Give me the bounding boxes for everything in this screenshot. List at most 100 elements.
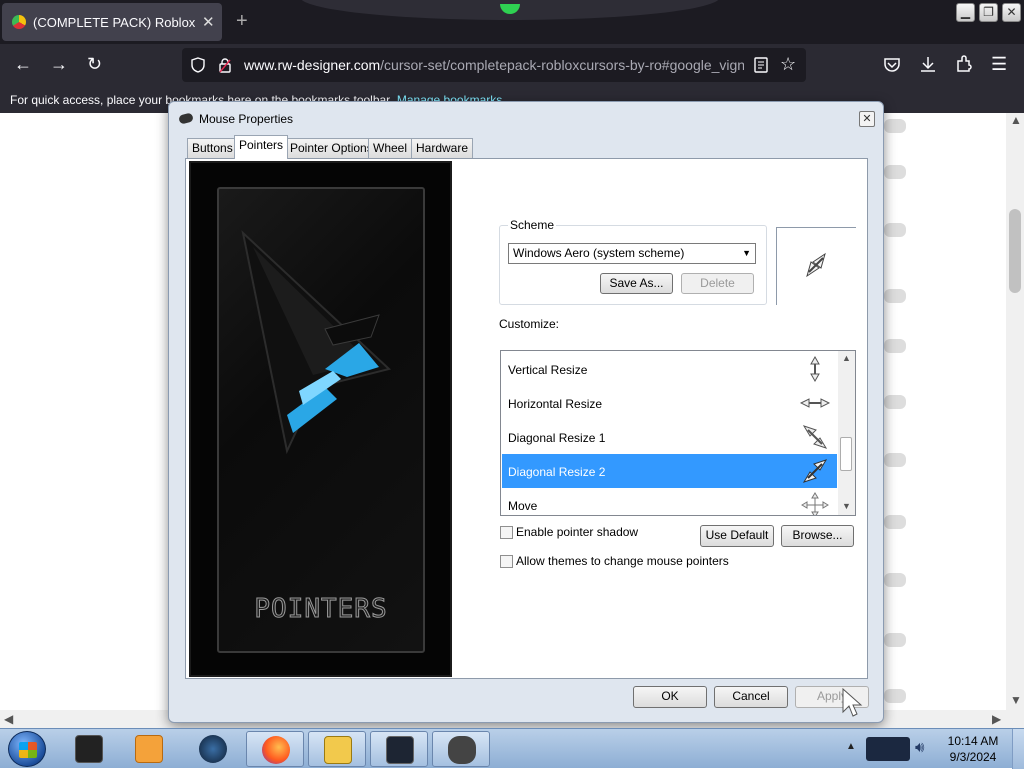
browse-button[interactable]: Browse... [781,525,854,547]
window-close-button[interactable]: ✕ [1002,3,1021,22]
tray-date: 9/3/2024 [949,750,997,764]
page-decoration [884,573,906,587]
diagonal-resize-1-icon [802,425,828,449]
cursor-list[interactable]: Vertical Resize Horizontal Resize Diagon… [500,350,856,516]
list-item-label: Horizontal Resize [508,397,603,411]
shield-icon[interactable] [190,57,206,73]
page-decoration [884,689,906,703]
scroll-right-arrow-icon[interactable]: ▶ [992,712,1001,726]
use-default-button[interactable]: Use Default [700,525,774,547]
pointers-panel: POINTERS Scheme Windows Aero (system sch… [185,158,868,679]
preview-frame: POINTERS [217,187,425,653]
network-tray-icon[interactable] [866,737,910,761]
allow-themes-label: Allow themes to change mouse pointers [516,554,729,568]
mouse-icon [178,112,194,125]
lock-icon[interactable] [218,57,232,73]
forward-arrow-icon[interactable]: → [50,54,68,74]
back-arrow-icon[interactable]: ← [14,54,32,74]
ok-button[interactable]: OK [633,686,707,708]
start-button[interactable] [8,731,46,767]
taskbar-mouse-properties[interactable] [432,731,490,767]
mascot-eye [500,4,520,14]
scroll-up-arrow-icon[interactable]: ▲ [1010,113,1022,127]
vertical-resize-icon [810,356,820,382]
tray-time: 10:14 AM [947,734,999,748]
url-bar[interactable]: www.rw-designer.com/cursor-set/completep… [182,48,806,82]
new-tab-button[interactable]: + [236,10,248,33]
page-decoration [884,453,906,467]
list-item-label: Vertical Resize [508,363,588,377]
browser-tab[interactable]: (COMPLETE PACK) Roblox Cur ✕ [2,3,222,41]
scheme-dropdown[interactable]: Windows Aero (system scheme) ▼ [508,243,756,264]
list-item[interactable]: Vertical Resize [502,352,837,386]
list-item[interactable]: Horizontal Resize [502,386,837,420]
tab-pointer-options[interactable]: Pointer Options [285,138,378,158]
list-item-label: Move [508,499,538,513]
bookmark-star-icon[interactable]: ☆ [780,54,796,74]
page-vertical-scrollbar[interactable]: ▲ ▼ [1006,113,1024,710]
taskbar-app-3[interactable] [184,731,242,767]
pocket-icon[interactable] [883,56,901,74]
reader-view-icon[interactable] [754,57,768,73]
delete-button[interactable]: Delete [681,273,754,294]
tab-wheel[interactable]: Wheel [368,138,413,158]
scheme-group: Scheme Windows Aero (system scheme) ▼ Sa… [499,218,767,305]
list-scroll-up-icon[interactable]: ▲ [842,353,851,363]
page-decoration [884,395,906,409]
scheme-label: Scheme [508,218,557,232]
taskbar-app-2[interactable] [120,731,178,767]
extensions-puzzle-icon[interactable] [955,55,973,73]
enable-pointer-shadow-checkbox[interactable] [500,526,513,539]
scroll-down-arrow-icon[interactable]: ▼ [1010,693,1022,707]
list-scrollbar-thumb[interactable] [840,437,852,471]
tab-buttons[interactable]: Buttons [187,138,238,158]
dialog-close-button[interactable]: ✕ [859,111,875,127]
taskbar-app-6[interactable] [370,731,428,767]
arrow-logo-graphic [241,230,392,455]
browser-nav-bar: ← → ↻ www.rw-designer.com/cursor-set/com… [0,44,1024,86]
page-decoration [884,119,906,133]
scroll-left-arrow-icon[interactable]: ◀ [4,712,13,726]
windows-logo-icon [19,742,37,758]
tray-clock[interactable]: 10:14 AM 9/3/2024 [940,733,1006,765]
page-decoration [884,339,906,353]
tab-hardware[interactable]: Hardware [411,138,474,158]
chevron-down-icon[interactable]: ▼ [742,244,751,263]
show-hidden-icons-icon[interactable]: ▲ [846,741,856,752]
scheme-selected-value: Windows Aero (system scheme) [513,246,685,260]
media-app-icon [75,735,103,763]
mouse-cursor-icon [842,688,863,717]
cancel-button[interactable]: Cancel [714,686,788,708]
list-item-selected[interactable]: Diagonal Resize 2 [502,454,837,488]
diagonal-resize-2-icon [806,252,826,278]
show-desktop-button[interactable] [1012,729,1024,769]
firefox-icon [262,736,290,764]
list-scroll-down-icon[interactable]: ▼ [842,501,851,511]
download-icon[interactable] [919,55,937,73]
scrollbar-thumb[interactable] [1009,209,1021,293]
tab-close-icon[interactable]: ✕ [202,13,215,31]
menu-hamburger-icon[interactable]: ☰ [991,54,1007,74]
preview-caption: POINTERS [254,594,388,625]
control-panel-icon [324,736,352,764]
page-decoration [884,515,906,529]
url-text[interactable]: www.rw-designer.com/cursor-set/completep… [244,57,744,73]
horizontal-resize-icon [800,398,830,408]
allow-themes-checkbox[interactable] [500,555,513,568]
window-minimize-button[interactable]: ▁ [956,3,975,22]
volume-tray-icon[interactable]: 🔊︎ [915,739,924,756]
list-item[interactable]: Move [502,488,837,515]
customize-label: Customize: [499,317,560,331]
reload-icon[interactable]: ↻ [87,54,102,74]
list-scrollbar[interactable]: ▲ ▼ [838,351,855,515]
taskbar-app-1[interactable] [60,731,118,767]
site-favicon-icon [12,15,26,29]
tab-pointers[interactable]: Pointers [234,135,289,159]
save-as-button[interactable]: Save As... [600,273,673,294]
taskbar-app-5[interactable] [308,731,366,767]
page-decoration [884,165,906,179]
window-restore-button[interactable]: ❐ [979,3,998,22]
list-item[interactable]: Diagonal Resize 1 [502,420,837,454]
globe-app-icon [199,735,227,763]
taskbar-firefox[interactable] [246,731,304,767]
